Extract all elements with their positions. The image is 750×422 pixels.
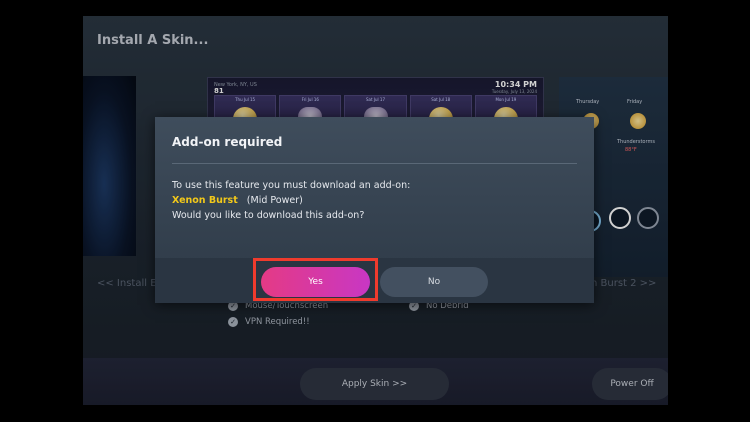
dialog-line-1: To use this feature you must download an…	[172, 180, 411, 191]
dialog-footer: Yes No	[155, 258, 594, 303]
dialog-title: Add-on required	[172, 135, 283, 149]
addon-line: Xenon Burst (Mid Power)	[172, 193, 410, 208]
addon-power: (Mid Power)	[246, 195, 303, 206]
dialog-divider	[172, 163, 577, 164]
addon-required-dialog: Add-on required To use this feature you …	[155, 117, 594, 303]
addon-name: Xenon Burst	[172, 195, 238, 206]
dialog-line-3: Would you like to download this add-on?	[172, 210, 365, 221]
no-button[interactable]: No	[380, 267, 488, 297]
dialog-message: To use this feature you must download an…	[172, 178, 410, 223]
yes-button[interactable]: Yes	[261, 267, 370, 297]
